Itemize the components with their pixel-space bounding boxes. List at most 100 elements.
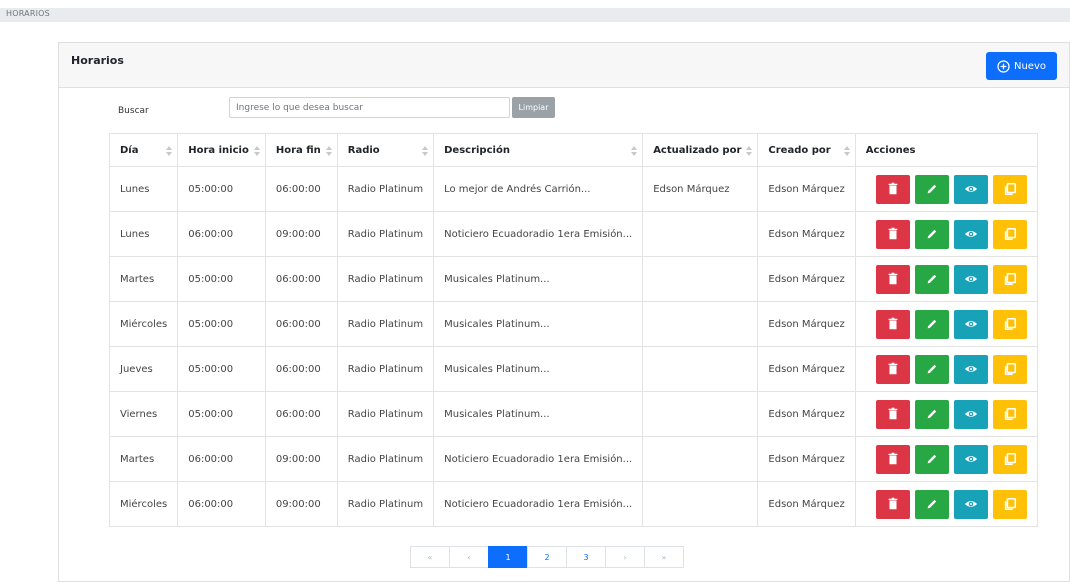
delete-button[interactable] (875, 174, 910, 204)
copy-button[interactable] (992, 309, 1027, 339)
eye-icon (964, 366, 977, 372)
cell-creado-por: Edson Márquez (757, 301, 856, 347)
view-button[interactable] (953, 309, 988, 339)
view-button[interactable] (953, 174, 988, 204)
delete-button[interactable] (875, 444, 910, 474)
cell-radio: Radio Platinum (336, 481, 435, 527)
sort-icon (746, 146, 753, 156)
delete-button[interactable] (875, 354, 910, 384)
delete-button[interactable] (875, 309, 910, 339)
delete-button[interactable] (875, 219, 910, 249)
cell-hora-inicio: 05:00:00 (177, 301, 266, 347)
pagination-last[interactable]: » (644, 546, 684, 568)
edit-button[interactable] (914, 354, 949, 384)
clear-button[interactable]: Limpiar (512, 97, 555, 118)
cell-descripcion: Musicales Platinum... (433, 256, 644, 302)
copy-button[interactable] (992, 444, 1027, 474)
column-header-hora-inicio[interactable]: Hora inicio (177, 133, 266, 167)
column-header-dia[interactable]: Día (108, 133, 179, 167)
copy-button[interactable] (992, 399, 1027, 429)
column-header-label: Creado por (768, 144, 831, 156)
copy-button[interactable] (992, 219, 1027, 249)
edit-button[interactable] (914, 489, 949, 519)
pagination-next[interactable]: › (605, 546, 645, 568)
cell-hora-fin: 06:00:00 (264, 166, 338, 212)
copy-button[interactable] (992, 354, 1027, 384)
eye-icon (964, 411, 977, 417)
trash-icon (888, 362, 898, 375)
cell-descripcion: Musicales Platinum... (433, 301, 644, 347)
pencil-icon (927, 364, 936, 374)
delete-button[interactable] (875, 489, 910, 519)
cell-actualizado-por (642, 346, 759, 392)
cell-radio: Radio Platinum (336, 211, 435, 257)
delete-button[interactable] (875, 264, 910, 294)
column-header-radio[interactable]: Radio (336, 133, 435, 167)
copy-button[interactable] (992, 174, 1027, 204)
cell-actualizado-por (642, 256, 759, 302)
new-button[interactable]: Nuevo (986, 52, 1057, 80)
copy-icon (1004, 452, 1016, 466)
new-button-label: Nuevo (1013, 60, 1046, 72)
trash-icon (888, 317, 898, 330)
pagination-prev[interactable]: ‹ (449, 546, 489, 568)
cell-hora-fin: 06:00:00 (264, 301, 338, 347)
edit-button[interactable] (914, 399, 949, 429)
cell-descripcion: Noticiero Ecuadoradio 1era Emisión... (433, 436, 644, 482)
edit-button[interactable] (914, 444, 949, 474)
cell-acciones (854, 256, 1038, 302)
pagination-page-2[interactable]: 2 (527, 546, 567, 568)
cell-hora-inicio: 06:00:00 (177, 211, 266, 257)
eye-icon (964, 501, 977, 507)
view-button[interactable] (953, 354, 988, 384)
view-button[interactable] (953, 219, 988, 249)
column-header-descripcion[interactable]: Descripción (433, 133, 644, 167)
column-header-actualizado-por[interactable]: Actualizado por (642, 133, 759, 167)
edit-button[interactable] (914, 219, 949, 249)
pagination-page-3[interactable]: 3 (566, 546, 606, 568)
copy-icon (1004, 272, 1016, 286)
cell-radio: Radio Platinum (336, 346, 435, 392)
cell-acciones (854, 211, 1038, 257)
copy-button[interactable] (992, 489, 1027, 519)
trash-icon (888, 497, 898, 510)
cell-actualizado-por: Edson Márquez (642, 166, 759, 212)
search-input[interactable] (229, 97, 510, 118)
column-header-hora-fin[interactable]: Hora fin (264, 133, 338, 167)
cell-actualizado-por (642, 391, 759, 437)
cell-creado-por: Edson Márquez (757, 166, 856, 212)
page-header: HORARIOS (0, 8, 1070, 22)
cell-creado-por: Edson Márquez (757, 256, 856, 302)
column-header-creado-por[interactable]: Creado por (757, 133, 856, 167)
pagination-first[interactable]: « (410, 546, 450, 568)
cell-hora-inicio: 06:00:00 (177, 481, 266, 527)
cell-dia: Jueves (108, 346, 179, 392)
cell-actualizado-por (642, 481, 759, 527)
edit-button[interactable] (914, 264, 949, 294)
breadcrumb: HORARIOS (6, 9, 50, 18)
copy-icon (1004, 407, 1016, 421)
table-row: Miércoles 06:00:00 09:00:00 Radio Platinum N… (108, 481, 1038, 527)
pagination-page-1[interactable]: 1 (488, 546, 528, 568)
cell-acciones (854, 346, 1038, 392)
cell-hora-inicio: 05:00:00 (177, 256, 266, 302)
view-button[interactable] (953, 399, 988, 429)
copy-button[interactable] (992, 264, 1027, 294)
table-row: Jueves 05:00:00 06:00:00 Radio Platinum Musi… (108, 346, 1038, 392)
view-button[interactable] (953, 489, 988, 519)
edit-button[interactable] (914, 309, 949, 339)
delete-button[interactable] (875, 399, 910, 429)
edit-button[interactable] (914, 174, 949, 204)
view-button[interactable] (953, 444, 988, 474)
cell-actualizado-por (642, 301, 759, 347)
cell-radio: Radio Platinum (336, 391, 435, 437)
plus-circle-icon (997, 59, 1010, 73)
row-actions (866, 444, 1027, 474)
cell-descripcion: Lo mejor de Andrés Carrión... (433, 166, 644, 212)
pencil-icon (927, 229, 936, 239)
cell-descripcion: Musicales Platinum... (433, 391, 644, 437)
table-row: Miércoles 05:00:00 06:00:00 Radio Platinum M… (108, 301, 1038, 347)
view-button[interactable] (953, 264, 988, 294)
cell-dia: Miércoles (108, 301, 179, 347)
cell-acciones (854, 436, 1038, 482)
